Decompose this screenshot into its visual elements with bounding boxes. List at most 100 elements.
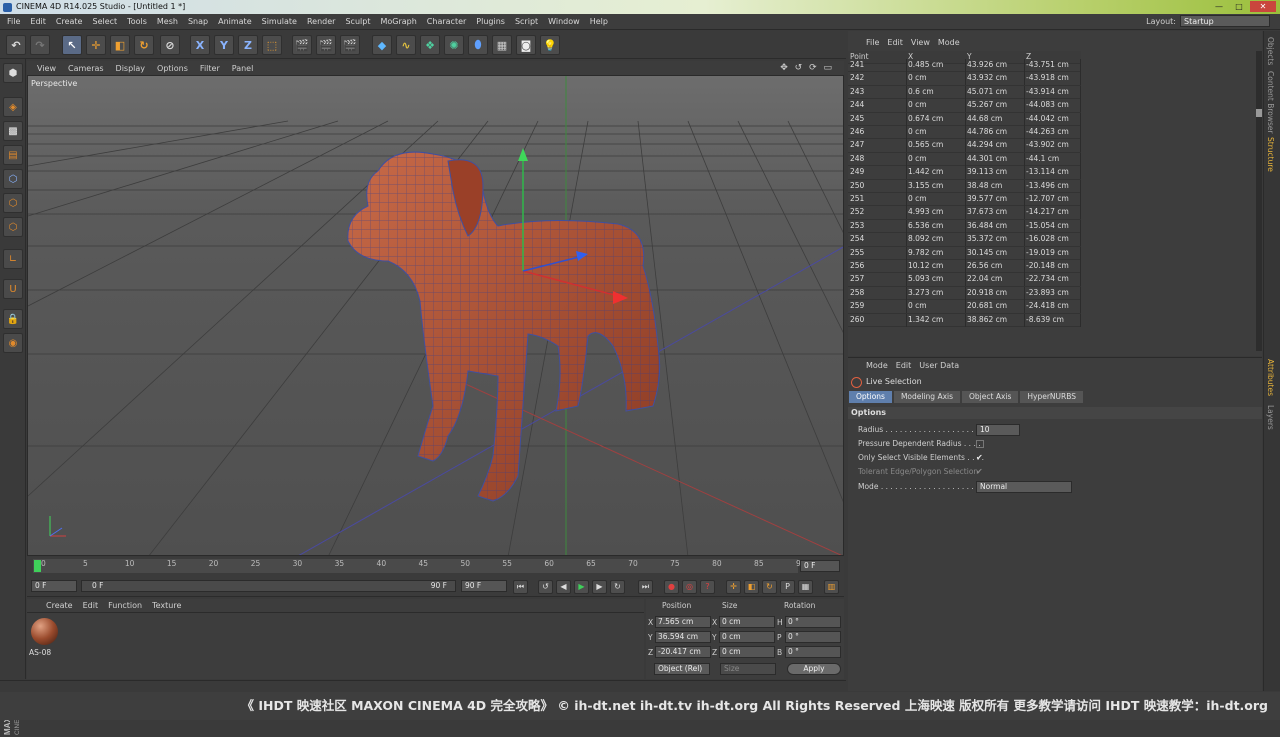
tab-attributes[interactable]: Attributes [1266,359,1275,396]
pressure-radius-checkbox[interactable] [976,440,984,448]
material-menu-edit[interactable]: Edit [78,601,104,610]
table-cell[interactable]: 255 [850,247,864,259]
table-cell[interactable]: 0.6 cm [908,86,934,98]
table-row[interactable]: 248 0 cm 44.301 cm -44.1 cm [848,152,1081,167]
structure-scrollbar[interactable] [1256,51,1262,351]
perspective-viewport[interactable]: Perspective [27,75,844,556]
table-cell[interactable]: 9.782 cm [908,247,943,259]
table-cell[interactable]: -8.639 cm [1026,314,1064,326]
maximize-button[interactable]: □ [1230,1,1248,12]
table-row[interactable]: 255 9.782 cm 30.145 cm -19.019 cm [848,246,1081,261]
deformer-icon[interactable]: ⬮ [468,35,488,55]
position-field[interactable]: 36.594 cm [655,631,711,643]
edges-mode-icon[interactable]: ⬡ [3,193,23,213]
viewport-menu-filter[interactable]: Filter [194,64,226,73]
structure-menu-edit[interactable]: Edit [883,38,907,47]
table-cell[interactable]: -44.083 cm [1026,99,1069,111]
table-cell[interactable]: 0 cm [908,126,927,138]
current-frame-field[interactable]: 0 F [800,560,840,572]
table-cell[interactable]: -43.902 cm [1026,139,1069,151]
table-cell[interactable]: 260 [850,314,864,326]
undo-icon[interactable]: ↶ [6,35,26,55]
live-selection-icon[interactable]: ↖ [62,35,82,55]
model-mode-icon[interactable]: ◈ [3,97,23,117]
scheme-settings-icon[interactable]: ▥ [824,580,839,594]
table-cell[interactable]: 249 [850,166,864,178]
table-row[interactable]: 241 0.485 cm 43.926 cm -43.751 cm [848,59,1081,73]
previous-frame-icon[interactable]: ◀ [556,580,571,594]
axis-mode-icon[interactable]: ∟ [3,249,23,269]
table-row[interactable]: 260 1.342 cm 38.862 cm -8.639 cm [848,313,1081,328]
structure-menu-view[interactable]: View [907,38,934,47]
nurbs-icon[interactable]: ❖ [420,35,440,55]
table-cell[interactable]: 38.862 cm [967,314,1007,326]
table-cell[interactable]: 1.442 cm [908,166,943,178]
size-field[interactable]: 0 cm [719,646,775,658]
light-icon[interactable]: 💡 [540,35,560,55]
menu-file[interactable]: File [2,17,25,26]
rotation-field[interactable]: 0 ° [785,631,841,643]
table-cell[interactable]: 252 [850,206,864,218]
x-axis-lock-button[interactable]: X [190,35,210,55]
table-cell[interactable]: -16.028 cm [1026,233,1069,245]
viewport-menu-cameras[interactable]: Cameras [62,64,110,73]
table-cell[interactable]: -24.418 cm [1026,300,1069,312]
frame-range-slider[interactable]: 0 F 90 F [81,580,456,592]
material-name[interactable]: AS-08 [29,648,51,657]
menu-select[interactable]: Select [87,17,122,26]
table-row[interactable]: 253 6.536 cm 36.484 cm -15.054 cm [848,219,1081,234]
table-cell[interactable]: 0 cm [908,153,927,165]
make-editable-icon[interactable]: ⬢ [3,63,23,83]
size-field[interactable]: 0 cm [719,631,775,643]
menu-plugins[interactable]: Plugins [471,17,510,26]
table-cell[interactable]: 43.926 cm [967,59,1007,71]
spline-pen-icon[interactable]: ∿ [396,35,416,55]
table-cell[interactable]: 38.48 cm [967,180,1002,192]
table-cell[interactable]: 244 [850,99,864,111]
table-cell[interactable]: 246 [850,126,864,138]
table-cell[interactable]: 8.092 cm [908,233,943,245]
structure-scroll-thumb[interactable] [1256,109,1262,117]
table-cell[interactable]: 3.273 cm [908,287,943,299]
table-cell[interactable]: -43.751 cm [1026,59,1069,71]
soft-selection-icon[interactable]: ◉ [3,333,23,353]
tab-content-browser[interactable]: Content Browser [1266,71,1275,134]
table-cell[interactable]: 259 [850,300,864,312]
rotate-icon[interactable]: ↻ [134,35,154,55]
render-picture-viewer-icon[interactable]: 🎬 [316,35,336,55]
coordinate-mode-dropdown[interactable]: Object (Rel) [654,663,710,675]
texture-mode-icon[interactable]: ▩ [3,121,23,141]
cube-icon[interactable]: ◆ [372,35,392,55]
table-cell[interactable]: 44.68 cm [967,113,1002,125]
table-row[interactable]: 258 3.273 cm 20.918 cm -23.893 cm [848,286,1081,301]
table-cell[interactable]: 10.12 cm [908,260,943,272]
radius-field[interactable]: 10 [976,424,1020,436]
menu-script[interactable]: Script [510,17,543,26]
start-frame-field[interactable]: 0 F [31,580,77,592]
table-cell[interactable]: -20.148 cm [1026,260,1069,272]
table-cell[interactable]: 20.918 cm [967,287,1007,299]
workplane-icon[interactable]: ▤ [3,145,23,165]
structure-menu-mode[interactable]: Mode [934,38,964,47]
table-row[interactable]: 245 0.674 cm 44.68 cm -44.042 cm [848,112,1081,127]
table-cell[interactable]: 242 [850,72,864,84]
table-cell[interactable]: -43.914 cm [1026,86,1069,98]
tolerant-selection-checkbox[interactable]: ✔ [976,468,984,476]
table-cell[interactable]: 3.155 cm [908,180,943,192]
table-cell[interactable]: -14.217 cm [1026,206,1069,218]
move-icon[interactable]: ✛ [86,35,106,55]
table-row[interactable]: 251 0 cm 39.577 cm -12.707 cm [848,193,1081,207]
table-cell[interactable]: -44.042 cm [1026,113,1069,125]
minimize-button[interactable]: — [1210,1,1228,12]
menu-character[interactable]: Character [422,17,472,26]
table-row[interactable]: 242 0 cm 43.932 cm -43.918 cm [848,72,1081,86]
table-cell[interactable]: 36.484 cm [967,220,1007,232]
table-cell[interactable]: -23.893 cm [1026,287,1069,299]
viewport-menu-options[interactable]: Options [151,64,194,73]
table-row[interactable]: 246 0 cm 44.786 cm -44.263 cm [848,126,1081,140]
layout-dropdown[interactable]: Startup [1180,15,1270,27]
table-cell[interactable]: -19.019 cm [1026,247,1069,259]
viewport-menu-display[interactable]: Display [110,64,152,73]
play-icon[interactable]: ▶ [574,580,589,594]
timeline-playhead[interactable] [34,560,41,572]
